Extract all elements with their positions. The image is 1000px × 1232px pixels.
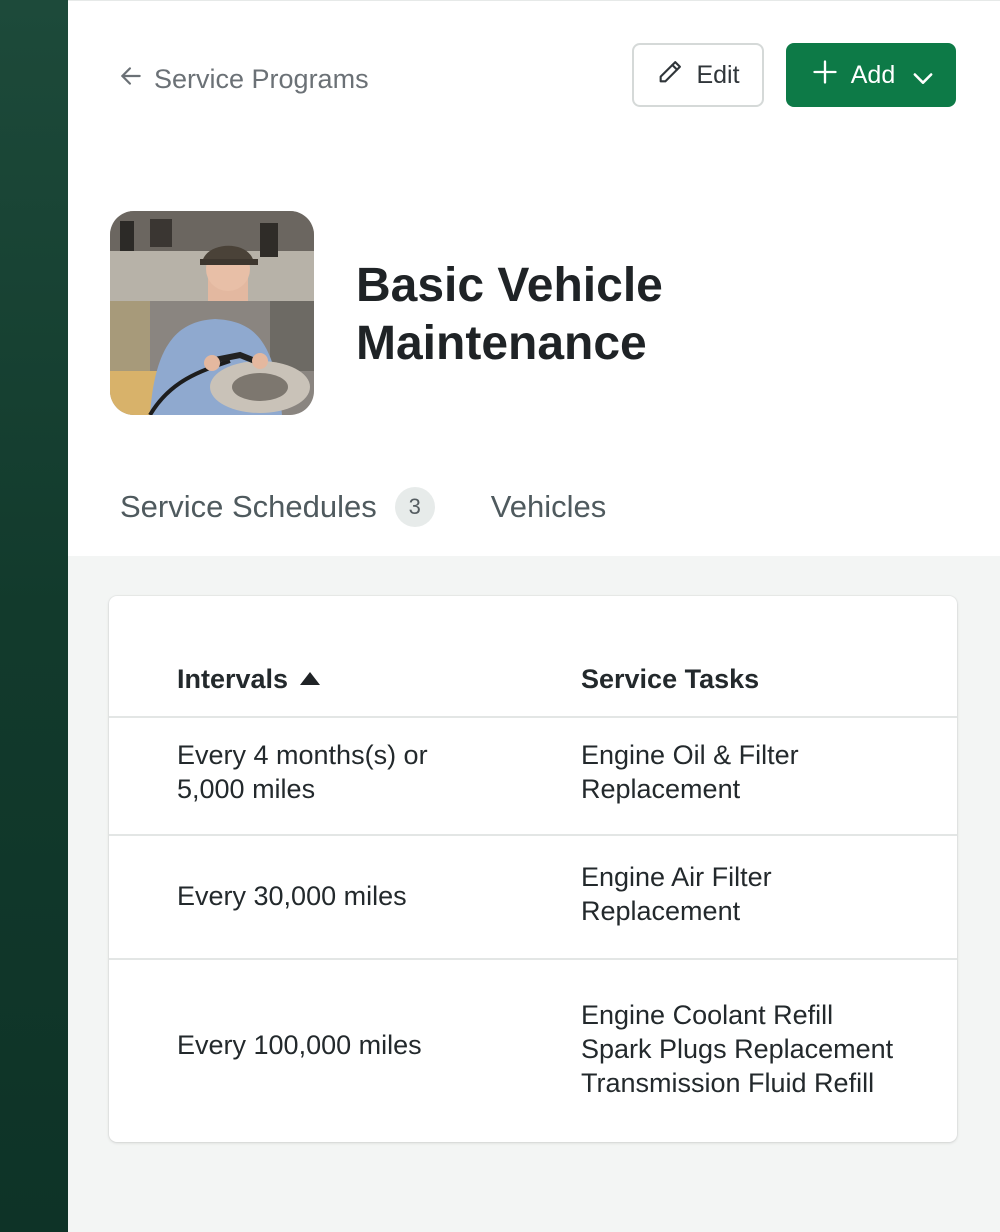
service-task-text: Engine Coolant Refill bbox=[581, 1000, 834, 1030]
interval-cell: Every 30,000 miles bbox=[177, 879, 507, 913]
service-task-text: Engine Oil & Filter bbox=[581, 740, 799, 770]
column-header-label: Service Tasks bbox=[581, 664, 760, 694]
tab-bar: Service Schedules 3 Vehicles bbox=[120, 487, 606, 527]
tab-vehicles[interactable]: Vehicles bbox=[491, 489, 606, 525]
add-button[interactable]: Add bbox=[786, 43, 956, 107]
table-header-row: Intervals Service Tasks bbox=[109, 596, 957, 718]
back-link-service-programs[interactable]: Service Programs bbox=[118, 63, 369, 96]
interval-text: Every 4 months(s) or bbox=[177, 740, 428, 770]
interval-cell: Every 100,000 miles bbox=[177, 1028, 507, 1062]
interval-text: 5,000 miles bbox=[177, 774, 316, 804]
edit-button-label: Edit bbox=[696, 60, 740, 89]
column-header-intervals[interactable]: Intervals bbox=[177, 664, 321, 695]
tab-service-schedules[interactable]: Service Schedules 3 bbox=[120, 487, 435, 527]
tab-label: Vehicles bbox=[490, 489, 607, 524]
service-task-text: Transmission Fluid Refill bbox=[581, 1068, 875, 1098]
sort-ascending-icon bbox=[300, 672, 321, 685]
program-title: Basic Vehicle Maintenance bbox=[356, 257, 856, 373]
table-row[interactable]: Every 4 months(s) or 5,000 miles Engine … bbox=[109, 718, 957, 836]
table-row[interactable]: Every 30,000 miles Engine Air Filter Rep… bbox=[109, 836, 957, 960]
arrow-left-icon bbox=[118, 63, 144, 96]
service-tasks-cell: Engine Oil & Filter Replacement bbox=[581, 738, 941, 806]
interval-text: Every 30,000 miles bbox=[177, 881, 407, 911]
program-title-line: Maintenance bbox=[356, 317, 647, 370]
app-sidebar bbox=[0, 0, 68, 1232]
add-button-label: Add bbox=[850, 60, 896, 89]
service-task-text: Replacement bbox=[581, 774, 741, 804]
service-schedules-table: Intervals Service Tasks Every 4 months(s… bbox=[109, 596, 957, 1142]
column-header-label: Intervals bbox=[177, 664, 289, 694]
service-tasks-cell: Engine Coolant Refill Spark Plugs Replac… bbox=[581, 998, 941, 1100]
service-task-text: Spark Plugs Replacement bbox=[581, 1034, 894, 1064]
service-tasks-cell: Engine Air Filter Replacement bbox=[581, 860, 941, 928]
back-link-label: Service Programs bbox=[154, 64, 369, 94]
service-task-text: Replacement bbox=[581, 896, 741, 926]
program-title-line: Basic Vehicle bbox=[356, 259, 663, 312]
pencil-icon bbox=[656, 58, 684, 93]
tab-count-badge: 3 bbox=[394, 487, 435, 527]
tab-label: Service Schedules bbox=[120, 489, 377, 524]
table-row[interactable]: Every 100,000 miles Engine Coolant Refil… bbox=[109, 960, 957, 1142]
page-header: Service Programs Edit Add Basic Vehicle … bbox=[68, 0, 1000, 556]
service-task-text: Engine Air Filter bbox=[581, 862, 772, 892]
edit-button[interactable]: Edit bbox=[632, 43, 764, 107]
interval-text: Every 100,000 miles bbox=[177, 1030, 422, 1060]
column-header-service-tasks: Service Tasks bbox=[581, 664, 759, 695]
program-photo bbox=[110, 211, 314, 415]
chevron-down-icon[interactable] bbox=[909, 64, 933, 86]
interval-cell: Every 4 months(s) or 5,000 miles bbox=[177, 738, 507, 806]
plus-icon bbox=[811, 58, 839, 93]
